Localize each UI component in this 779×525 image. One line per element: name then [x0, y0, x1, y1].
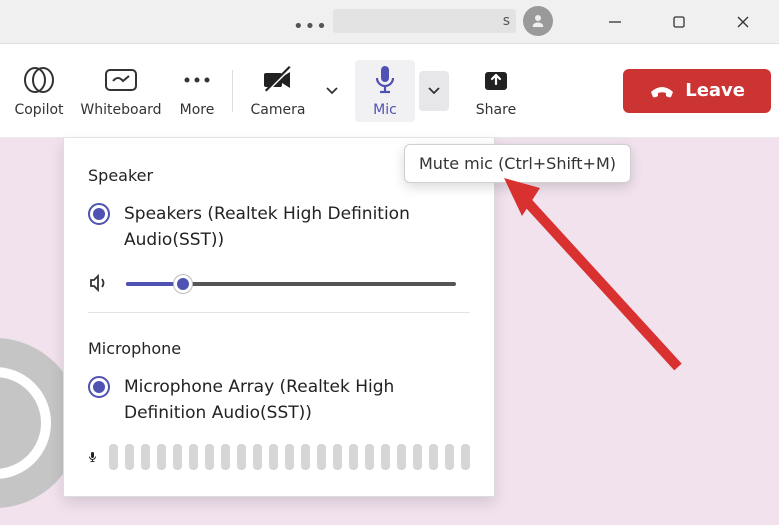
share-button[interactable]: Share — [463, 58, 529, 124]
camera-button[interactable]: Camera — [239, 58, 317, 124]
mic-chevron-button[interactable] — [419, 71, 449, 111]
leave-label: Leave — [685, 80, 745, 101]
mic-level-row — [88, 444, 470, 470]
whiteboard-label: Whiteboard — [80, 102, 161, 118]
meeting-toolbar: Copilot Whiteboard More Came — [0, 44, 779, 138]
toolbar-divider — [232, 70, 233, 112]
phone-down-icon — [649, 82, 675, 100]
copilot-button[interactable]: Copilot — [4, 58, 74, 124]
speaker-icon — [88, 272, 110, 294]
speaker-volume-row — [88, 272, 470, 294]
leave-button[interactable]: Leave — [623, 69, 771, 113]
mic-button[interactable]: Mic — [355, 60, 415, 122]
maximize-icon — [672, 15, 686, 29]
camera-label: Camera — [251, 102, 306, 118]
panel-divider — [88, 312, 470, 313]
tooltip-text: Mute mic (Ctrl+Shift+M) — [419, 154, 616, 173]
window-caption: s — [333, 9, 516, 33]
mic-tooltip: Mute mic (Ctrl+Shift+M) — [404, 144, 631, 183]
more-button[interactable]: More — [168, 58, 226, 124]
copilot-icon — [22, 65, 56, 95]
slider-thumb[interactable] — [174, 275, 192, 293]
microphone-radio[interactable] — [88, 376, 110, 398]
window-titlebar: ••• s — [0, 0, 779, 44]
microphone-device-label[interactable]: Microphone Array (Realtek High Definitio… — [124, 374, 470, 427]
whiteboard-button[interactable]: Whiteboard — [74, 58, 168, 124]
person-icon — [529, 12, 547, 30]
title-more-icon[interactable]: ••• — [293, 16, 328, 37]
window-minimize-button[interactable] — [583, 0, 647, 44]
whiteboard-icon — [104, 66, 138, 94]
chevron-down-icon — [325, 84, 339, 98]
mic-level-meter — [109, 444, 470, 470]
window-close-button[interactable] — [711, 0, 775, 44]
microphone-heading: Microphone — [88, 339, 470, 358]
mic-label: Mic — [373, 102, 397, 118]
minimize-icon — [608, 15, 622, 29]
caption-suffix: s — [503, 13, 510, 29]
share-label: Share — [476, 102, 516, 118]
copilot-label: Copilot — [14, 102, 63, 118]
close-icon — [736, 15, 750, 29]
speaker-device-label[interactable]: Speakers (Realtek High Definition Audio(… — [124, 201, 470, 254]
more-label: More — [180, 102, 215, 118]
camera-chevron-button[interactable] — [317, 71, 347, 111]
share-icon — [481, 66, 511, 94]
audio-settings-panel: Speaker Speakers (Realtek High Definitio… — [63, 138, 495, 497]
microphone-icon — [373, 64, 397, 96]
speaker-radio[interactable] — [88, 203, 110, 225]
chevron-down-icon — [427, 84, 441, 98]
camera-off-icon — [260, 65, 296, 95]
more-icon — [182, 75, 212, 85]
window-maximize-button[interactable] — [647, 0, 711, 44]
speaker-volume-slider[interactable] — [126, 274, 456, 292]
microphone-icon — [88, 445, 97, 469]
user-avatar[interactable] — [523, 6, 553, 36]
